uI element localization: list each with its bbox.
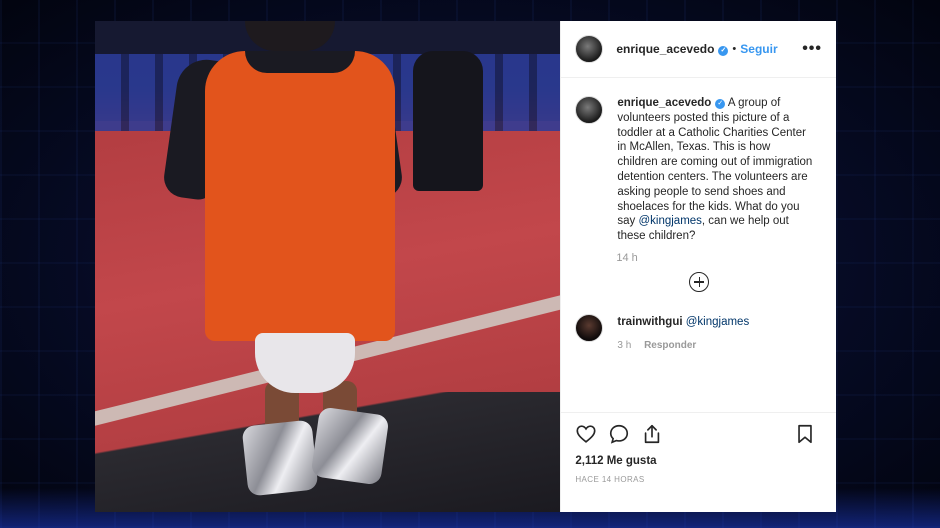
reply-button[interactable]: Responder [644,340,696,351]
photo-shirt [205,51,395,341]
comment-item: trainwithgui @kingjames 3 h Responder [575,313,822,351]
caption-time: 14 h [616,251,638,264]
photo-foil-left [241,419,319,497]
caption-avatar[interactable] [575,96,604,124]
post-date: HACE 14 HORAS [575,475,645,484]
caption-body-start: A group of volunteers posted this pictur… [617,97,813,228]
caption: enrique_acevedo ✓ A group of volunteers p… [575,96,822,244]
instagram-post: enrique_acevedo ✓ • Seguir ••• enrique_ac… [95,21,836,512]
plus-circle-icon[interactable] [689,271,710,292]
post-photo[interactable] [95,21,561,512]
more-options-icon[interactable]: ••• [802,40,822,58]
likes-count[interactable]: 2,112 Me gusta [575,455,822,467]
photo-collar [245,51,355,73]
comment-avatar[interactable] [575,313,604,342]
verified-icon: ✓ [718,46,729,56]
verified-icon: ✓ [715,99,726,109]
photo-background-person [413,51,483,191]
header-username[interactable]: enrique_acevedo ✓ [616,42,729,56]
action-bar [575,419,822,449]
comment-text: trainwithgui @kingjames [617,316,749,328]
post-footer: 2,112 Me gusta HACE 14 HORAS [561,412,836,512]
username-text[interactable]: enrique_acevedo [616,42,714,56]
comment-mention[interactable]: @kingjames [686,316,749,328]
post-side-panel: enrique_acevedo ✓ • Seguir ••• enrique_ac… [560,21,836,512]
comment-time: 3 h [617,339,632,351]
heart-icon[interactable] [575,423,597,445]
avatar[interactable] [575,35,604,63]
photo-diaper [255,333,355,393]
comment-body: trainwithgui @kingjames 3 h Responder [617,314,749,351]
caption-text: enrique_acevedo ✓ A group of volunteers p… [617,96,812,244]
comments-section: enrique_acevedo ✓ A group of volunteers p… [561,78,836,412]
follow-button[interactable]: Seguir [740,42,777,56]
caption-username[interactable]: enrique_acevedo [617,97,711,109]
post-header: enrique_acevedo ✓ • Seguir ••• [561,21,836,78]
comment-icon[interactable] [608,423,630,445]
comment-username[interactable]: trainwithgui [617,316,682,328]
caption-mention[interactable]: @kingjames [638,215,701,227]
separator-dot: • [732,43,737,55]
comment-meta: 3 h Responder [617,340,749,351]
share-icon[interactable] [641,423,663,445]
photo-foil-right [310,406,390,486]
bookmark-icon[interactable] [794,423,816,445]
